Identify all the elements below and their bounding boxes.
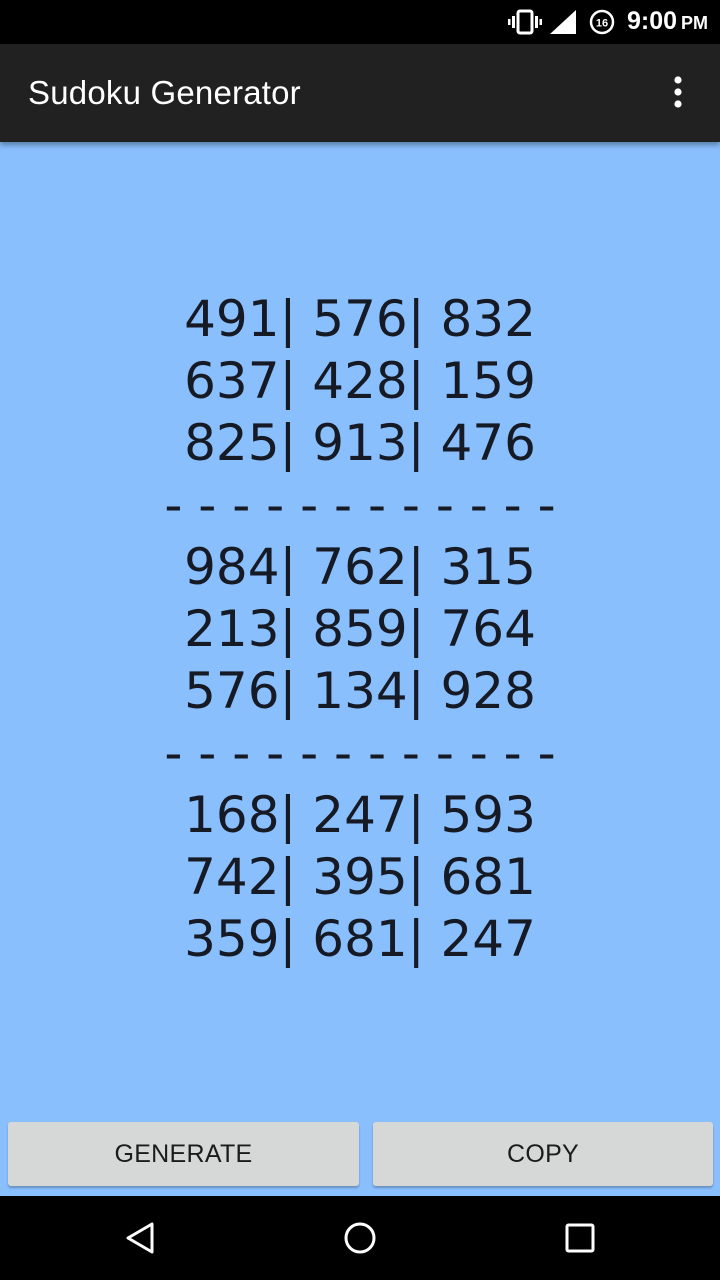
sudoku-row: 491| 576| 832 (184, 290, 536, 348)
recents-icon[interactable] (562, 1220, 598, 1256)
sudoku-row: 984| 762| 315 (184, 538, 536, 596)
sudoku-row: 825| 913| 476 (184, 414, 536, 472)
back-icon[interactable] (122, 1220, 158, 1256)
do-not-disturb-timer-icon: 16 (589, 9, 615, 35)
sudoku-row: 742| 395| 681 (184, 848, 536, 906)
more-vert-icon[interactable] (660, 74, 696, 114)
navigation-bar (0, 1196, 720, 1280)
home-icon[interactable] (342, 1220, 378, 1256)
sudoku-row: 359| 681| 247 (184, 910, 536, 968)
sudoku-divider: - - - - - - - - - - - - (164, 724, 556, 782)
sudoku-row: 213| 859| 764 (184, 600, 536, 658)
main-content: 491| 576| 832 637| 428| 159 825| 913| 47… (0, 142, 720, 1196)
clock: 9:00 PM (627, 7, 708, 36)
sudoku-row: 576| 134| 928 (184, 662, 536, 720)
app-title: Sudoku Generator (28, 74, 301, 111)
sudoku-row: 637| 428| 159 (184, 352, 536, 410)
sudoku-row: 168| 247| 593 (184, 786, 536, 844)
sudoku-grid: 491| 576| 832 637| 428| 159 825| 913| 47… (0, 288, 720, 970)
sudoku-divider: - - - - - - - - - - - - (164, 476, 556, 534)
cell-signal-icon (550, 10, 576, 34)
app-bar: Sudoku Generator (0, 44, 720, 142)
status-bar: 16 9:00 PM (0, 0, 720, 44)
copy-button[interactable]: COPY (373, 1122, 713, 1186)
clock-ampm: PM (681, 13, 709, 33)
vibrate-icon (508, 9, 542, 35)
generate-button[interactable]: GENERATE (8, 1122, 359, 1186)
dnd-badge: 16 (596, 18, 608, 30)
clock-time: 9:00 (627, 7, 678, 35)
